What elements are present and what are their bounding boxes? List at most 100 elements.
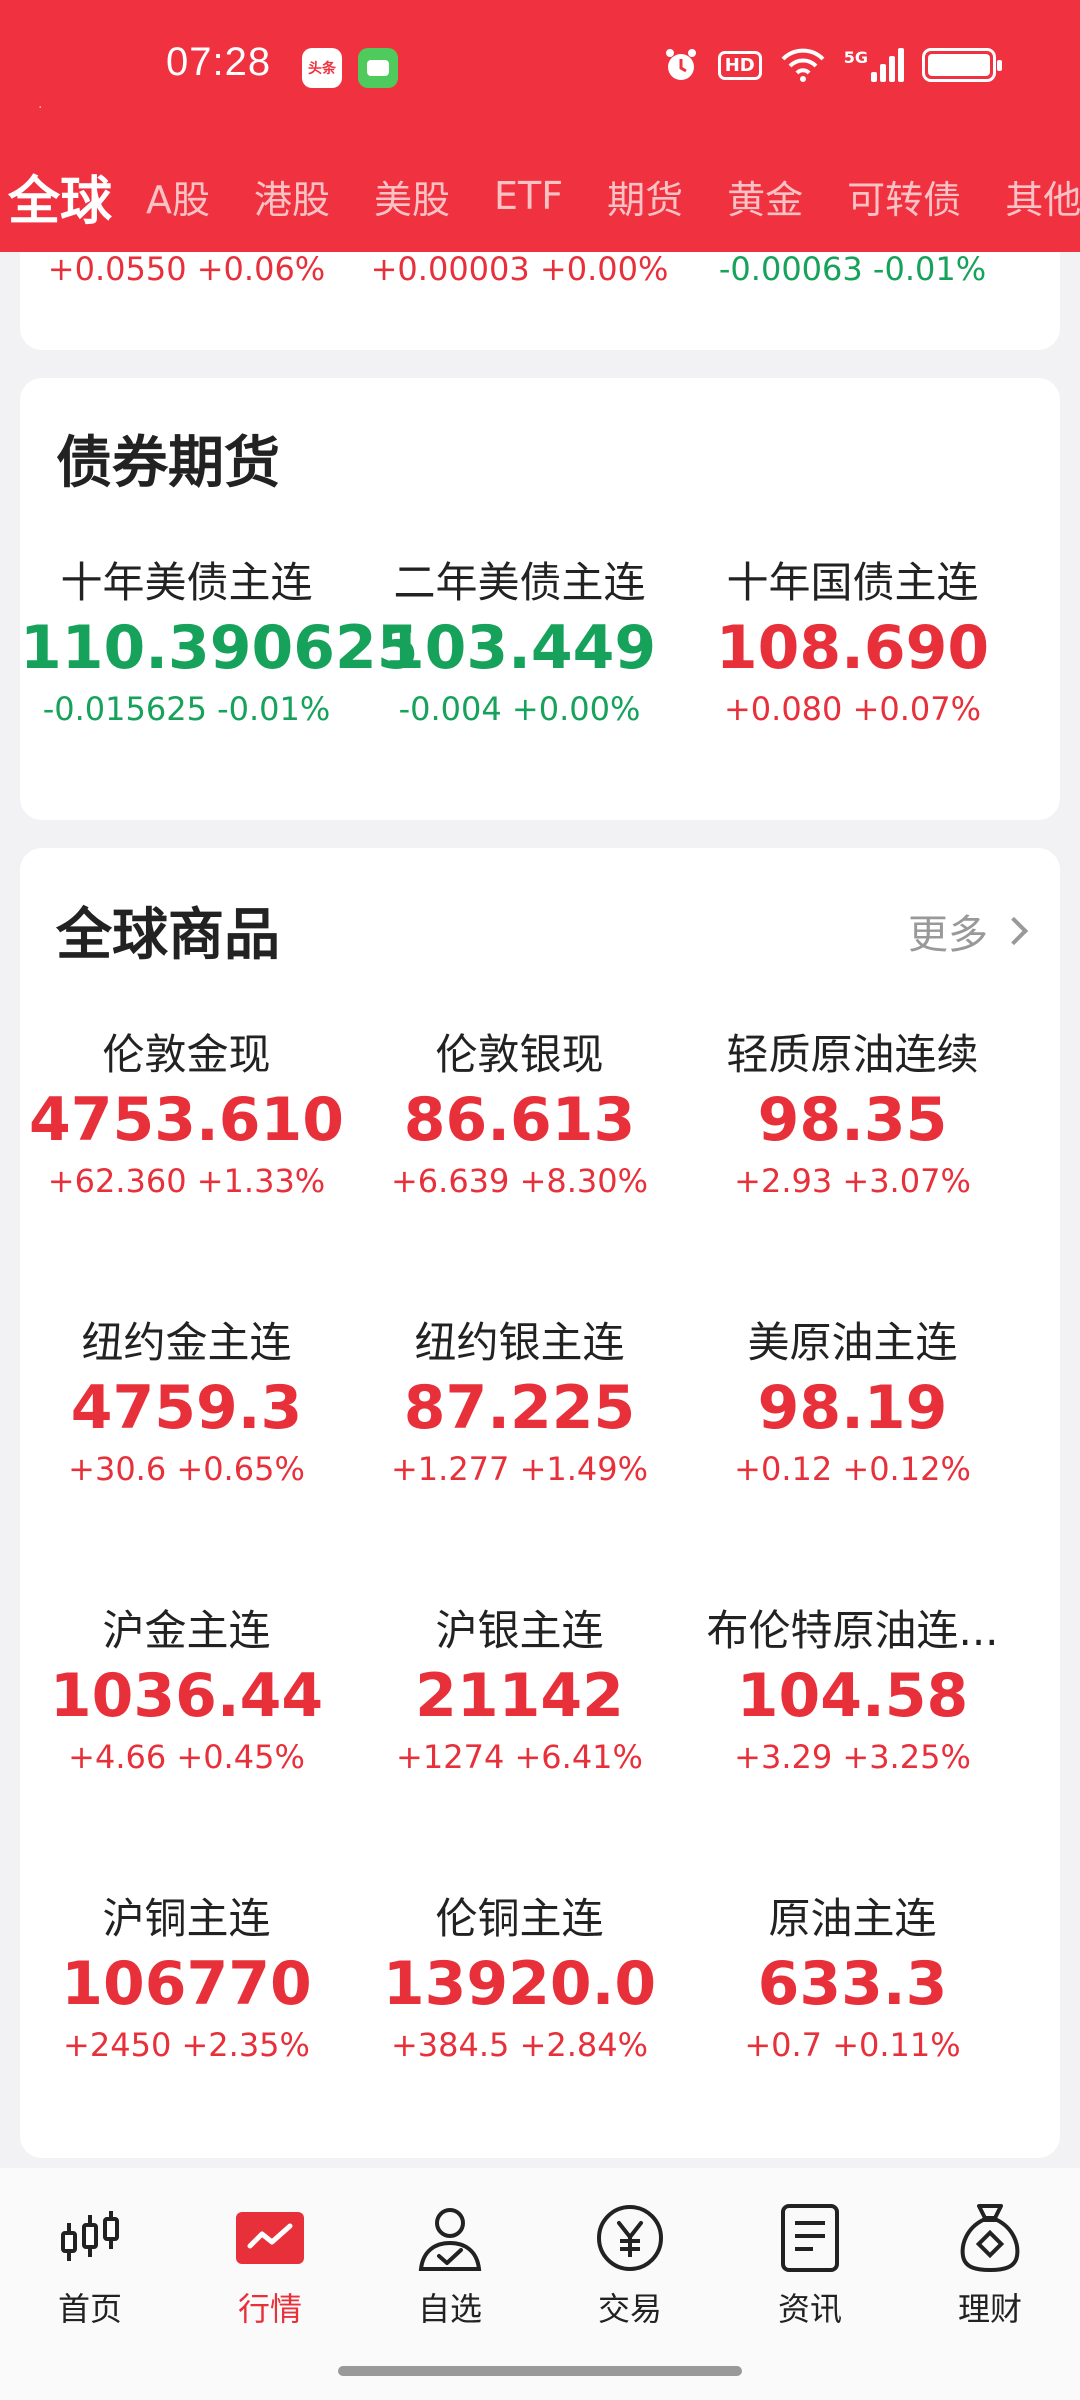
home-indicator[interactable]: [338, 2366, 742, 2376]
quote-price: 108.690: [715, 613, 990, 683]
quote-change: +0.12 +0.12%: [734, 1450, 971, 1488]
quote-name: 十年国债主连: [726, 558, 979, 607]
quote-cell[interactable]: 沪银主连 21142 +1274 +6.41%: [353, 1604, 686, 1892]
quote-cell[interactable]: 纽约金主连 4759.3 +30.6 +0.65%: [20, 1316, 353, 1604]
quote-name: 沪银主连: [435, 1606, 604, 1655]
nav-label: 首页: [57, 2290, 122, 2328]
wifi-icon: [780, 47, 826, 83]
quote-change: +2.93 +3.07%: [734, 1162, 971, 1200]
quote-name: 布伦特原油连...: [706, 1606, 999, 1655]
nav-wealth[interactable]: 理财: [900, 2202, 1080, 2330]
quote-change: +1274 +6.41%: [396, 1738, 643, 1776]
quote-cell[interactable]: 轻质原油连续 98.35 +2.93 +3.07%: [686, 1028, 1019, 1316]
quote-change: +0.7 +0.11%: [744, 2026, 961, 2064]
quote-change: +0.080 +0.07%: [723, 690, 982, 728]
quote-cell[interactable]: 原油主连 633.3 +0.7 +0.11%: [686, 1892, 1019, 2180]
quote-cell[interactable]: 伦铜主连 13920.0 +384.5 +2.84%: [353, 1892, 686, 2180]
tab-etf[interactable]: ETF: [494, 174, 563, 218]
quote-cell[interactable]: 纽约银主连 87.225 +1.277 +1.49%: [353, 1316, 686, 1604]
nav-market[interactable]: 行情: [180, 2202, 360, 2330]
quote-cell[interactable]: 美原油主连 98.19 +0.12 +0.12%: [686, 1316, 1019, 1604]
toutiao-notification-icon: 头条: [302, 48, 342, 88]
quote-price: 86.613: [403, 1085, 636, 1155]
document-icon: [774, 2202, 846, 2274]
quote-price: 87.225: [403, 1373, 636, 1443]
quote-cell[interactable]: 布伦特原油连... 104.58 +3.29 +3.25%: [686, 1604, 1019, 1892]
quote-price: 1036.44: [49, 1661, 324, 1731]
status-bar: 07:28 头条 HD 5G ·: [0, 0, 1080, 130]
nav-news[interactable]: 资讯: [720, 2202, 900, 2330]
quote-name: 纽约银主连: [414, 1318, 625, 1367]
quote-change: -0.015625 -0.01%: [42, 690, 331, 728]
quote-price: 106770: [61, 1949, 312, 2019]
quote-price: 98.19: [757, 1373, 948, 1443]
more-link[interactable]: 更多: [908, 902, 1029, 960]
quote-name: 伦敦金现: [102, 1030, 271, 1079]
quote-cell[interactable]: 伦敦金现 4753.610 +62.360 +1.33%: [20, 1028, 353, 1316]
nav-label: 资讯: [777, 2290, 842, 2328]
quote-name: 美原油主连: [747, 1318, 958, 1367]
partial-quote-row: +0.0550 +0.06% +0.00003 +0.00% -0.00063 …: [20, 250, 1060, 288]
quote-change: +30.6 +0.65%: [68, 1450, 305, 1488]
quote-change: +384.5 +2.84%: [390, 2026, 649, 2064]
bond-quote-grid: 十年美债主连 110.390625 -0.015625 -0.01% 二年美债主…: [20, 556, 1060, 732]
quote-price: 104.58: [736, 1661, 969, 1731]
nav-label: 自选: [417, 2290, 482, 2328]
app-header: 07:28 头条 HD 5G · 全球 A股 港股 美股 ETF 期货 黄金 可…: [0, 0, 1080, 252]
tab-futures[interactable]: 期货: [607, 169, 683, 224]
quote-cell[interactable]: 十年国债主连 108.690 +0.080 +0.07%: [686, 556, 1019, 732]
battery-icon: [922, 48, 1002, 82]
quote-change: +4.66 +0.45%: [68, 1738, 305, 1776]
chart-trend-icon: [234, 2202, 306, 2274]
candlestick-icon: [54, 2202, 126, 2274]
quote-change: +62.360 +1.33%: [47, 1162, 326, 1200]
nav-trade[interactable]: 交易: [540, 2202, 720, 2330]
quote-name: 轻质原油连续: [726, 1030, 979, 1079]
nav-watchlist[interactable]: 自选: [360, 2202, 540, 2330]
quote-price: 4759.3: [70, 1373, 303, 1443]
quote-cell[interactable]: 二年美债主连 103.449 -0.004 +0.00%: [353, 556, 686, 732]
quote-change: -0.004 +0.00%: [398, 690, 641, 728]
nav-home[interactable]: 首页: [0, 2202, 180, 2330]
quote-name: 伦敦银现: [435, 1030, 604, 1079]
quote-cell[interactable]: 沪金主连 1036.44 +4.66 +0.45%: [20, 1604, 353, 1892]
partial-quote-change[interactable]: -0.00063 -0.01%: [686, 250, 1019, 288]
tab-others[interactable]: 其他: [1005, 169, 1080, 224]
tab-us-stocks[interactable]: 美股: [374, 169, 450, 224]
tab-global[interactable]: 全球: [8, 159, 112, 234]
commodity-quote-grid: 伦敦金现 4753.610 +62.360 +1.33% 伦敦银现 86.613 +6.6…: [20, 1028, 1060, 2180]
more-label: 更多: [908, 912, 988, 958]
partial-quote-change[interactable]: +0.00003 +0.00%: [353, 250, 686, 288]
quote-price: 4753.610: [28, 1085, 345, 1155]
quote-name: 纽约金主连: [81, 1318, 292, 1367]
small-dot: ·: [38, 100, 43, 116]
quote-name: 沪铜主连: [102, 1894, 271, 1943]
tab-a-shares[interactable]: A股: [146, 169, 210, 224]
nav-label: 行情: [237, 2290, 302, 2328]
status-time: 07:28: [166, 40, 272, 84]
cellular-signal-icon: 5G: [844, 48, 904, 82]
quote-name: 沪金主连: [102, 1606, 271, 1655]
quote-change: +6.639 +8.30%: [390, 1162, 649, 1200]
quote-cell[interactable]: 伦敦银现 86.613 +6.639 +8.30%: [353, 1028, 686, 1316]
quote-cell[interactable]: 沪铜主连 106770 +2450 +2.35%: [20, 1892, 353, 2180]
section-title: 债券期货: [56, 431, 280, 496]
quote-cell[interactable]: 十年美债主连 110.390625 -0.015625 -0.01%: [20, 556, 419, 732]
user-check-icon: [414, 2202, 486, 2274]
quote-price: 103.449: [382, 613, 657, 683]
nav-label: 理财: [957, 2290, 1022, 2328]
tab-gold[interactable]: 黄金: [727, 169, 803, 224]
quote-price: 13920.0: [382, 1949, 657, 2019]
hd-icon: HD: [717, 50, 762, 80]
tab-convertible-bonds[interactable]: 可转债: [847, 169, 961, 224]
global-commodities-card: 全球商品 更多 伦敦金现 4753.610 +62.360 +1.33% 伦敦银现 86…: [20, 848, 1060, 2158]
section-title: 全球商品: [56, 903, 280, 968]
quote-price: 21142: [415, 1661, 624, 1731]
quote-price: 633.3: [757, 1949, 948, 2019]
quote-name: 伦铜主连: [435, 1894, 604, 1943]
bond-futures-card: 债券期货 十年美债主连 110.390625 -0.015625 -0.01% …: [20, 378, 1060, 820]
quote-change: +2450 +2.35%: [63, 2026, 310, 2064]
quote-change: +3.29 +3.25%: [734, 1738, 971, 1776]
tab-hk-stocks[interactable]: 港股: [254, 169, 330, 224]
partial-quote-change[interactable]: +0.0550 +0.06%: [20, 250, 353, 288]
